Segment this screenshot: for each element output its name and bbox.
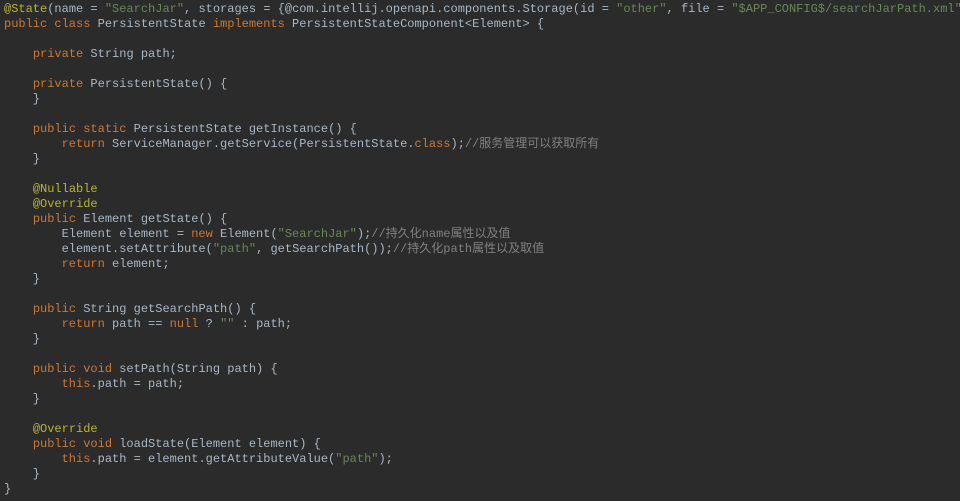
code-text: element; [105,257,170,271]
code-text: } [4,332,40,346]
keyword: class [414,137,450,151]
keyword: return [62,137,105,151]
keyword: private [33,47,83,61]
string-literal: "SearchJar" [105,2,184,16]
comment: //服务管理可以获取所有 [465,137,599,151]
keyword: public class [4,17,90,31]
keyword: private [33,77,83,91]
code-text: } [4,482,11,496]
code-text: element.setAttribute( [4,242,213,256]
code-text: ServiceManager.getService(PersistentStat… [105,137,415,151]
keyword: public void [33,362,112,376]
code-text: , storages = {@com.intellij.openapi.comp… [184,2,616,16]
code-text: ); [378,452,392,466]
code-text: .path = path; [90,377,184,391]
code-text: Element element = [4,227,191,241]
code-text: Element getState() { [76,212,227,226]
string-literal: "other" [616,2,666,16]
string-literal: "path" [335,452,378,466]
keyword: implements [213,17,285,31]
code-text: , getSearchPath()); [256,242,393,256]
code-text: , file = [667,2,732,16]
string-literal: "$APP_CONFIG$/searchJarPath.xml" [731,2,960,16]
keyword: public [33,302,76,316]
code-text: setPath(String path) { [112,362,278,376]
code-text: PersistentStateComponent<Element> { [285,17,544,31]
keyword: new [191,227,213,241]
string-literal: "" [220,317,234,331]
keyword: public void [33,437,112,451]
code-text: PersistentState getInstance() { [126,122,356,136]
comment: //持久化path属性以及取值 [393,242,544,256]
comment: //持久化name属性以及值 [371,227,510,241]
keyword: return [62,257,105,271]
keyword: this [62,452,91,466]
editor-code-block[interactable]: @State(name = "SearchJar", storages = {@… [0,0,960,501]
code-text: ? [198,317,220,331]
keyword: public static [33,122,127,136]
keyword: null [170,317,199,331]
keyword: return [62,317,105,331]
code-text: } [4,272,40,286]
string-literal: "SearchJar" [278,227,357,241]
keyword: this [62,377,91,391]
annotation-nullable: @Nullable [33,182,98,196]
code-text: } [4,467,40,481]
code-text: ); [357,227,371,241]
annotation-override: @Override [33,197,98,211]
annotation-state: @State [4,2,47,16]
code-text: .path = element.getAttributeValue( [90,452,335,466]
keyword: public [33,212,76,226]
code-text: String path; [83,47,177,61]
code-text: } [4,92,40,106]
code-text: path == [105,317,170,331]
string-literal: "path" [213,242,256,256]
code-text: PersistentState [90,17,212,31]
code-text: (name = [47,2,105,16]
code-text: : path; [234,317,292,331]
code-text: } [4,152,40,166]
code-text: loadState(Element element) { [112,437,321,451]
code-text: PersistentState() { [83,77,227,91]
code-text: Element( [213,227,278,241]
annotation-override: @Override [33,422,98,436]
code-text: ); [451,137,465,151]
code-text: String getSearchPath() { [76,302,256,316]
code-text: } [4,392,40,406]
